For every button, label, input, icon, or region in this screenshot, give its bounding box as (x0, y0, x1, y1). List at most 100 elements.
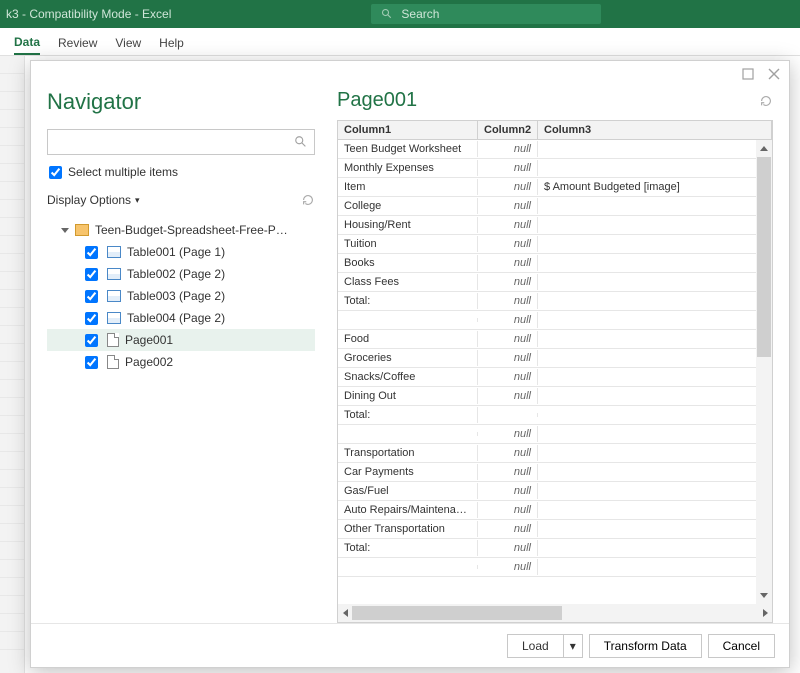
cell (538, 166, 772, 170)
navigator-pane: Navigator Select multiple items Display … (47, 87, 327, 623)
preview-refresh-icon[interactable] (759, 94, 773, 108)
load-button[interactable]: Load ▾ (507, 634, 583, 658)
cell (538, 242, 772, 246)
navigator-search[interactable] (47, 129, 315, 155)
dialog-footer: Load ▾ Transform Data Cancel (31, 623, 789, 667)
scroll-thumb[interactable] (352, 606, 562, 620)
horizontal-scrollbar[interactable] (338, 604, 772, 622)
table-row[interactable]: Monthly Expensesnull (338, 159, 772, 178)
cell: Class Fees (338, 274, 478, 290)
cell: null (478, 217, 538, 233)
vertical-scrollbar[interactable] (756, 140, 772, 604)
tab-view[interactable]: View (115, 36, 141, 54)
cell: Groceries (338, 350, 478, 366)
cell (538, 337, 772, 341)
table-row[interactable]: null (338, 311, 772, 330)
navigator-dialog: Navigator Select multiple items Display … (30, 60, 790, 668)
tree-item-checkbox[interactable] (85, 334, 98, 347)
table-row[interactable]: Groceriesnull (338, 349, 772, 368)
tab-help[interactable]: Help (159, 36, 184, 54)
cell (538, 318, 772, 322)
cell: null (478, 312, 538, 328)
table-row[interactable]: Snacks/Coffeenull (338, 368, 772, 387)
column-header[interactable]: Column3 (538, 121, 772, 139)
table-row[interactable]: null (338, 558, 772, 577)
chevron-down-icon (61, 228, 69, 233)
load-dropdown[interactable]: ▾ (564, 635, 582, 657)
cell (538, 508, 772, 512)
cell (338, 565, 478, 569)
tab-review[interactable]: Review (58, 36, 97, 54)
search-icon (294, 135, 308, 149)
cell (538, 489, 772, 493)
cell (538, 299, 772, 303)
tree-item-checkbox[interactable] (85, 356, 98, 369)
tree-item[interactable]: Page002 (47, 351, 315, 373)
table-row[interactable]: Foodnull (338, 330, 772, 349)
table-row[interactable]: Other Transportationnull (338, 520, 772, 539)
table-row[interactable]: Auto Repairs/Maintenancenull (338, 501, 772, 520)
display-options[interactable]: Display Options ▾ (47, 193, 140, 207)
scroll-down-icon[interactable] (760, 593, 768, 598)
cell: Books (338, 255, 478, 271)
table-row[interactable]: Total: (338, 406, 772, 425)
cell: Housing/Rent (338, 217, 478, 233)
cell (538, 261, 772, 265)
cell: Teen Budget Worksheet (338, 141, 478, 157)
preview-grid: Column1 Column2 Column3 Teen Budget Work… (337, 120, 773, 623)
scroll-thumb[interactable] (757, 157, 771, 357)
document-title: k3 - Compatibility Mode - Excel (6, 7, 171, 21)
close-icon[interactable] (767, 67, 781, 81)
tree-item-checkbox[interactable] (85, 312, 98, 325)
scroll-right-icon[interactable] (763, 609, 768, 617)
grid-header: Column1 Column2 Column3 (338, 121, 772, 140)
table-row[interactable]: Class Feesnull (338, 273, 772, 292)
tree-item[interactable]: Table002 (Page 2) (47, 263, 315, 285)
table-row[interactable]: Collegenull (338, 197, 772, 216)
tree-item-checkbox[interactable] (85, 246, 98, 259)
column-header[interactable]: Column2 (478, 121, 538, 139)
table-row[interactable]: Total:null (338, 292, 772, 311)
table-icon (107, 246, 121, 258)
cell: null (478, 540, 538, 556)
tree-item-checkbox[interactable] (85, 268, 98, 281)
cell (478, 413, 538, 417)
table-row[interactable]: null (338, 425, 772, 444)
tree-item-checkbox[interactable] (85, 290, 98, 303)
column-header[interactable]: Column1 (338, 121, 478, 139)
scroll-up-icon[interactable] (760, 146, 768, 151)
table-row[interactable]: Dining Outnull (338, 387, 772, 406)
table-row[interactable]: Tuitionnull (338, 235, 772, 254)
table-row[interactable]: Gas/Fuelnull (338, 482, 772, 501)
load-button-label[interactable]: Load (508, 635, 564, 657)
table-row[interactable]: Total:null (338, 539, 772, 558)
table-row[interactable]: Booksnull (338, 254, 772, 273)
tree-item[interactable]: Table001 (Page 1) (47, 241, 315, 263)
cell: null (478, 160, 538, 176)
table-row[interactable]: Itemnull$ Amount Budgeted [image] (338, 178, 772, 197)
select-multiple-input[interactable] (49, 166, 62, 179)
table-row[interactable]: Transportationnull (338, 444, 772, 463)
cell: null (478, 483, 538, 499)
table-row[interactable]: Housing/Rentnull (338, 216, 772, 235)
cell: Food (338, 331, 478, 347)
tree-item[interactable]: Table003 (Page 2) (47, 285, 315, 307)
cell (538, 394, 772, 398)
scroll-left-icon[interactable] (343, 609, 348, 617)
cell: null (478, 236, 538, 252)
transform-data-button[interactable]: Transform Data (589, 634, 702, 658)
ribbon-search[interactable]: Search (371, 4, 601, 24)
refresh-icon[interactable] (301, 193, 315, 207)
maximize-icon[interactable] (741, 67, 755, 81)
cancel-button[interactable]: Cancel (708, 634, 775, 658)
tab-data[interactable]: Data (14, 35, 40, 55)
tree-item[interactable]: Table004 (Page 2) (47, 307, 315, 329)
table-row[interactable]: Car Paymentsnull (338, 463, 772, 482)
table-row[interactable]: Teen Budget Worksheetnull (338, 140, 772, 159)
cell: Car Payments (338, 464, 478, 480)
cell: null (478, 445, 538, 461)
tree-item[interactable]: Page001 (47, 329, 315, 351)
cell (538, 413, 772, 417)
select-multiple-checkbox[interactable]: Select multiple items (49, 165, 315, 179)
tree-source-node[interactable]: Teen-Budget-Spreadsheet-Free-PDF-Templat… (47, 219, 315, 241)
